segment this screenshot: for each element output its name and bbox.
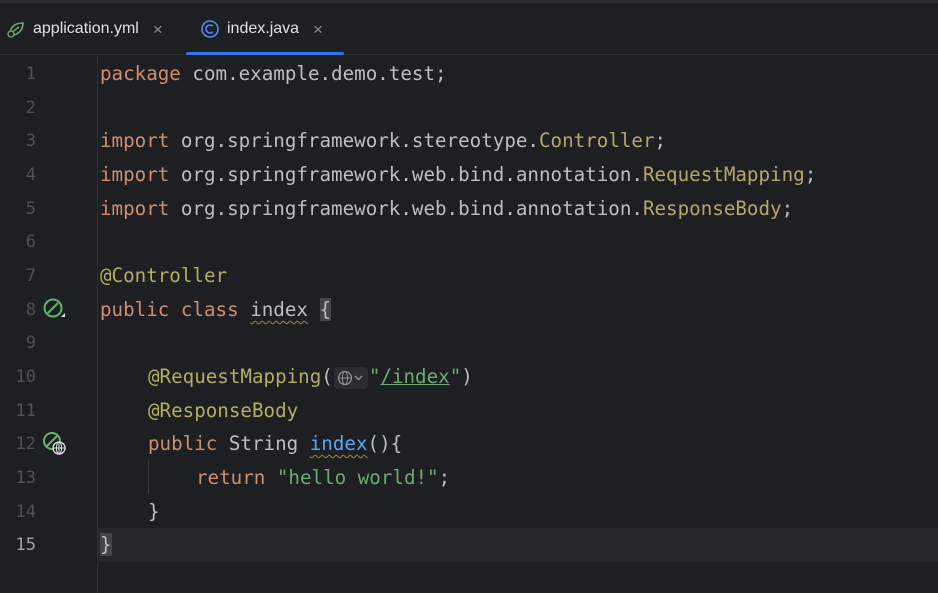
semicolon: ; [804, 163, 817, 186]
annotation[interactable]: @RequestMapping [148, 365, 321, 388]
code-line-10: @RequestMapping( "/index") [148, 360, 473, 394]
line-number: 2 [25, 98, 36, 118]
tab-index-java[interactable]: index.java × [200, 3, 323, 55]
line-number: 4 [25, 165, 36, 185]
line-number: 14 [15, 502, 36, 522]
spring-web-endpoint-icon[interactable] [42, 431, 66, 455]
close-icon[interactable]: × [153, 21, 163, 38]
current-line-highlight [0, 528, 938, 562]
line-number: 11 [15, 401, 36, 421]
semicolon: ; [438, 466, 451, 489]
brace: } [148, 500, 160, 523]
package-name: com.example.demo.test; [180, 62, 447, 85]
return-type[interactable]: String [229, 432, 298, 455]
code-line-11: @ResponseBody [148, 394, 298, 428]
class-name[interactable]: RequestMapping [643, 163, 805, 186]
indent-guide [148, 460, 149, 494]
import-path: org.springframework.web.bind.annotation. [169, 163, 643, 186]
annotation[interactable]: @ResponseBody [148, 399, 298, 422]
tab-label: application.yml [33, 20, 139, 37]
code-line-8: public class index { [100, 293, 332, 327]
spring-bean-icon[interactable] [42, 297, 66, 321]
gutter-separator [97, 56, 98, 593]
line-number: 9 [25, 333, 36, 353]
spring-leaf-icon [6, 19, 26, 39]
code-line-5: import org.springframework.web.bind.anno… [100, 192, 793, 226]
paren-close: ) [461, 365, 473, 388]
tab-application-yml[interactable]: application.yml × [6, 3, 163, 55]
class-name[interactable]: ResponseBody [643, 197, 782, 220]
line-number: 10 [15, 367, 36, 387]
close-icon[interactable]: × [313, 21, 323, 38]
line-number: 8 [25, 300, 36, 320]
globe-dropdown-icon[interactable] [333, 367, 368, 389]
import-path: org.springframework.stereotype. [169, 129, 539, 152]
keyword: import [100, 163, 170, 186]
import-path: org.springframework.web.bind.annotation. [169, 197, 643, 220]
class-declaration-name[interactable]: index [250, 298, 308, 321]
line-number: 5 [25, 199, 36, 219]
line-number: 13 [15, 468, 36, 488]
keyword: return [196, 466, 266, 489]
method-signature: (){ [367, 432, 403, 455]
keyword: public [100, 298, 170, 321]
string-quote: " [368, 365, 381, 388]
class-c-icon [200, 19, 220, 39]
code-line-3: import org.springframework.stereotype.Co… [100, 124, 666, 158]
code-line-12: public String index(){ [148, 427, 402, 461]
code-line-7: @Controller [100, 259, 227, 293]
code-line-4: import org.springframework.web.bind.anno… [100, 158, 816, 192]
string-literal: "hello world!" [276, 466, 439, 489]
semicolon: ; [654, 129, 667, 152]
active-tab-indicator [186, 52, 344, 55]
matched-brace: { [319, 298, 332, 321]
line-number-current: 15 [15, 535, 36, 555]
keyword: import [100, 197, 170, 220]
tab-label: index.java [227, 20, 300, 37]
paren-open: ( [321, 365, 333, 388]
code-line-15: } [100, 528, 112, 562]
keyword: public [148, 432, 218, 455]
code-line-13: return "hello world!"; [196, 461, 450, 495]
keyword: package [100, 62, 181, 85]
method-name[interactable]: index [310, 432, 368, 455]
keyword: class [180, 298, 239, 321]
code-line-14: } [148, 495, 160, 529]
class-name[interactable]: Controller [539, 129, 655, 152]
semicolon: ; [781, 197, 794, 220]
matched-brace: } [100, 533, 112, 556]
annotation[interactable]: @Controller [100, 264, 227, 287]
url-path-link[interactable]: /index [380, 365, 449, 388]
line-number: 3 [25, 131, 36, 151]
editor-tab-bar: application.yml × index.java × [0, 3, 938, 55]
line-number: 1 [25, 64, 36, 84]
line-number: 12 [15, 434, 36, 454]
keyword: import [100, 129, 170, 152]
code-editor[interactable]: 1 2 3 4 5 6 7 8 9 10 11 12 13 14 15 pack… [0, 56, 938, 593]
line-number: 7 [25, 266, 36, 286]
string-quote: " [449, 365, 462, 388]
code-line-1: package com.example.demo.test; [100, 57, 447, 91]
line-number: 6 [25, 232, 36, 252]
